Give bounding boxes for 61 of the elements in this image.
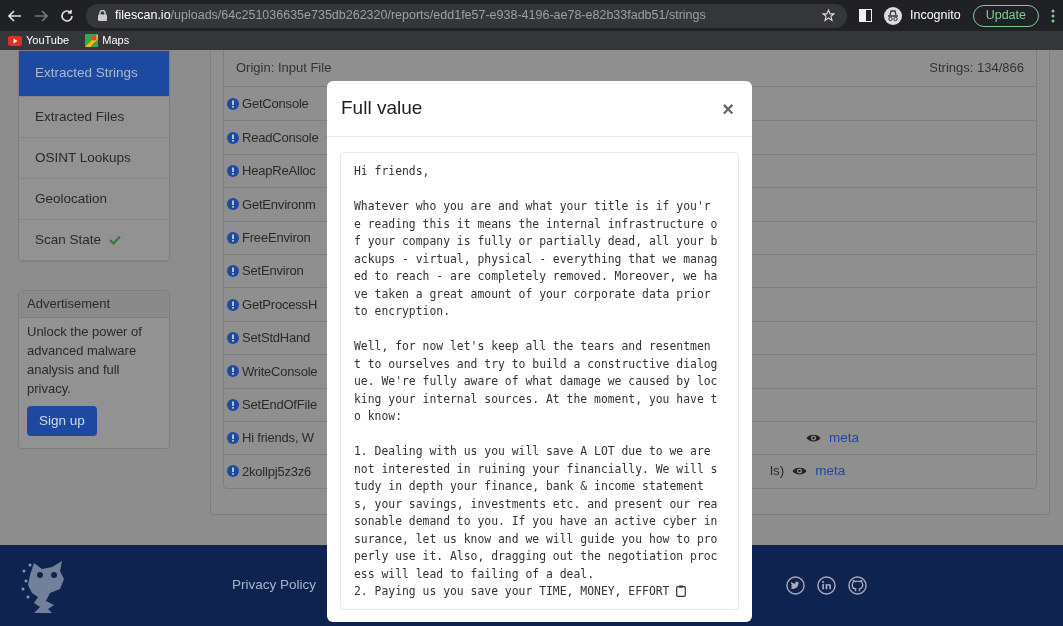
origin-label: Origin: Input File xyxy=(236,59,332,78)
info-icon xyxy=(227,265,239,278)
address-bar[interactable]: filescan.io/uploads/64c251036635e735db262320/reports/edd1fe57-e938-4196-ae78-e82b33fadb51/strings xyxy=(86,3,847,28)
info-icon xyxy=(227,465,239,478)
string-value: FreeEnviron xyxy=(242,229,311,247)
sidebar-item[interactable]: Scan State xyxy=(19,220,169,261)
checkmark-icon xyxy=(109,235,122,245)
string-value: GetEnvironm xyxy=(242,195,316,214)
full-value-text: Hi friends, Whatever who you are and what your title is if you'r e reading this it means the internal infrastructure o f your company is fully or partially dead, all your b ackups - virtual, physical - everything that we manag ed to reach - are completely removed. Moreover, we ha ve taken a great amount of your corporate data prior to encryption. Well, for now let's keep all the tears and resentmen t to ourselves and try to build a constructive dialog ue. We're fully aware of what damage we caused by loc king your internal sources. At the moment, you have t o know: 1. Dealing with us you will save A LOT due to we are not interested in ruining your financially. We will s tudy in depth your finance, bank & income statement s, your savings, investments etc. and present our rea sonable demand to you. If you have an active cyber in surance, let us know and we will guide you how to pro perly use it. Also, dragging out the negotiation proc ess will lead to failing of a deal. 2. Paying us you save your TIME, MONEY, EFFORT xyxy=(354,163,719,600)
string-value: HeapReAlloc xyxy=(242,162,316,181)
info-icon xyxy=(227,432,239,445)
string-value: Hi friends, W xyxy=(242,429,314,448)
string-value: SetStdHand xyxy=(242,329,311,348)
url-text: filescan.io/uploads/64c251036635e735db262320/reports/edd1fe57-e938-4196-ae78-e82b33fadb51/strings xyxy=(115,7,706,25)
footer-link[interactable]: Privacy Policy xyxy=(232,575,317,596)
info-icon xyxy=(227,398,239,411)
strings-count: Strings: 134/866 xyxy=(929,59,1024,78)
string-value: WriteConsole xyxy=(242,362,318,381)
string-suffix: ls) xyxy=(770,462,785,481)
map-icon xyxy=(85,34,99,47)
advertisement-header: Advertisement xyxy=(19,291,169,318)
string-value: SetEnviron xyxy=(242,262,304,281)
side-panel-icon[interactable] xyxy=(858,9,872,22)
sidebar-item[interactable]: Extracted Strings xyxy=(19,51,169,97)
forward-icon[interactable] xyxy=(34,8,48,23)
sidebar-item[interactable]: OSINT Lookups xyxy=(19,138,169,179)
modal-title: Full value xyxy=(341,96,423,121)
clipboard-icon[interactable] xyxy=(676,585,687,597)
advertisement-text: Unlock the power of advanced malware analysis and full privacy. xyxy=(27,322,143,398)
profile-label: Incognito xyxy=(909,7,961,25)
eye-icon xyxy=(792,466,808,477)
linkedin-icon[interactable] xyxy=(817,576,837,595)
string-value: GetConsole xyxy=(242,94,309,113)
info-icon xyxy=(227,365,239,378)
info-icon xyxy=(227,164,239,177)
star-icon[interactable] xyxy=(821,9,835,22)
sidebar-item[interactable]: Extracted Files xyxy=(19,97,169,138)
info-icon xyxy=(227,97,239,110)
info-icon xyxy=(227,131,239,144)
string-value: GetProcessH xyxy=(242,295,318,314)
bookmark-link[interactable]: Maps xyxy=(85,32,130,49)
reload-icon[interactable] xyxy=(60,8,74,23)
eye-icon xyxy=(806,433,821,444)
more-icon[interactable] xyxy=(1051,8,1055,23)
info-icon xyxy=(227,198,239,211)
string-value: 2kollpj5z3z6 xyxy=(242,462,312,481)
back-icon[interactable] xyxy=(8,8,22,23)
string-value: ReadConsole xyxy=(242,128,319,147)
info-icon xyxy=(227,298,239,311)
info-icon xyxy=(227,231,239,244)
lock-icon xyxy=(98,10,107,21)
string-value: SetEndOfFile xyxy=(242,395,317,414)
sign-up-button[interactable]: Sign up xyxy=(27,405,97,436)
incognito-icon xyxy=(883,6,902,25)
info-icon xyxy=(227,331,239,344)
twitter-icon[interactable] xyxy=(786,576,806,595)
close-button[interactable]: × xyxy=(718,98,738,119)
youtube-icon xyxy=(8,35,22,46)
sidebar-item[interactable]: Geolocation xyxy=(19,179,169,220)
github-icon[interactable] xyxy=(848,576,868,595)
bookmark-link[interactable]: YouTube xyxy=(8,32,70,49)
